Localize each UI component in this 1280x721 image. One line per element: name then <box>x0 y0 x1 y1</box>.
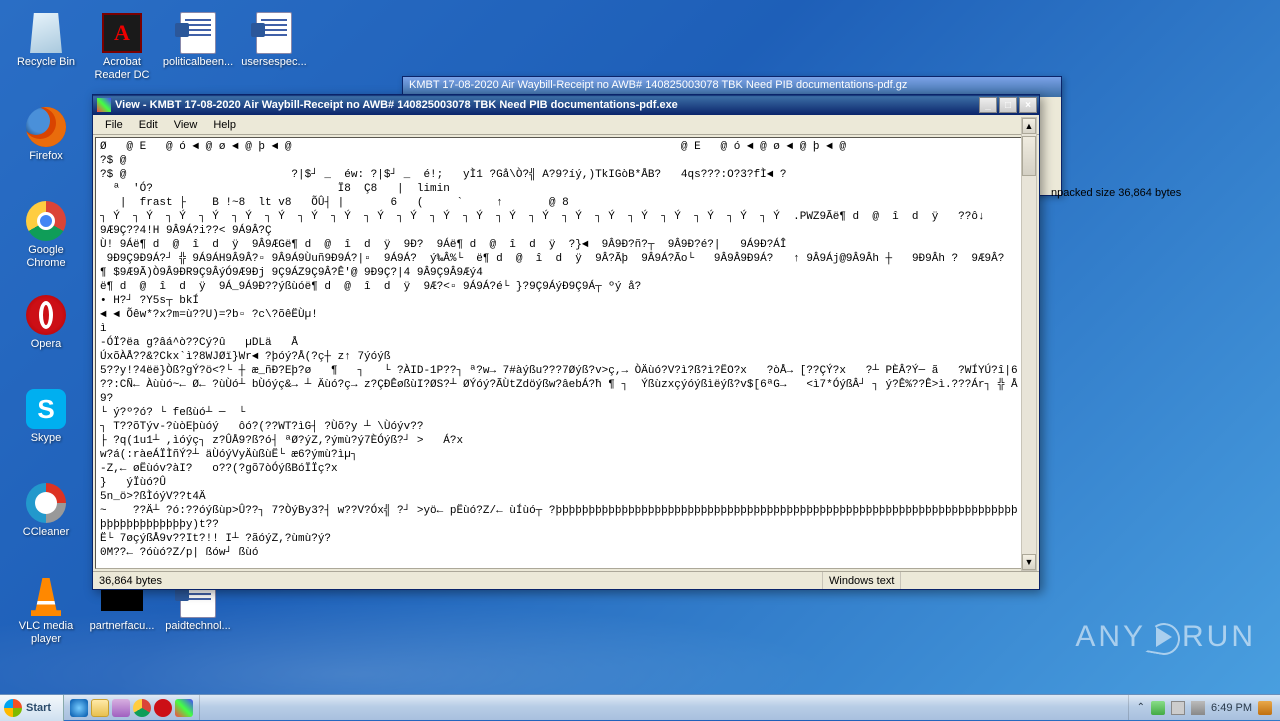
desktop-icon-opera[interactable]: Opera <box>8 290 84 380</box>
desktop-icon-recycle[interactable]: Recycle Bin <box>8 8 84 98</box>
vlc-icon <box>31 578 61 616</box>
desktop-icon-label: Recycle Bin <box>17 56 75 69</box>
desktop-icon-label: Opera <box>31 338 62 351</box>
word-icon <box>180 12 216 54</box>
anyrun-watermark: ANY RUN <box>1075 620 1256 654</box>
desktop-icon-label: Firefox <box>29 150 63 163</box>
close-button[interactable]: × <box>1019 97 1037 113</box>
viewer-app-icon <box>97 98 111 112</box>
media-icon[interactable] <box>112 699 130 717</box>
play-icon <box>1156 627 1172 647</box>
desktop-icon-label: paidtechnol... <box>165 620 230 633</box>
menu-view[interactable]: View <box>166 117 206 133</box>
notification-tray-icon[interactable] <box>1258 701 1272 715</box>
start-button[interactable]: Start <box>0 695 64 721</box>
taskbar: Start ⌃ 6:49 PM <box>0 694 1280 720</box>
maximize-button[interactable]: □ <box>999 97 1017 113</box>
watermark-text-1: ANY <box>1075 620 1146 654</box>
network-tray-icon[interactable] <box>1191 701 1205 715</box>
system-tray: ⌃ 6:49 PM <box>1128 695 1280 720</box>
adobe-icon: A <box>102 13 142 53</box>
vertical-scrollbar[interactable]: ▲ ▼ <box>1021 117 1037 571</box>
file-content-view[interactable]: Ø @ E @ ó ◄ @ ø ◄ @ þ ◄ @ @ E @ ó ◄ @ ø … <box>95 137 1037 569</box>
explorer-icon[interactable] <box>91 699 109 717</box>
desktop-icon-label: partnerfacu... <box>90 620 155 633</box>
word-icon <box>256 12 292 54</box>
menu-edit[interactable]: Edit <box>131 117 166 133</box>
recycle-icon <box>27 13 65 53</box>
desktop-icon-label: usersespec... <box>241 56 306 69</box>
desktop-icon-vlc[interactable]: VLC media player <box>8 572 84 662</box>
status-encoding: Windows text <box>823 572 901 589</box>
chrome-icon <box>26 201 66 241</box>
viewer-title: View - KMBT 17-08-2020 Air Waybill-Recei… <box>115 99 979 111</box>
desktop-icon-ccleaner[interactable]: CCleaner <box>8 478 84 568</box>
watermark-text-2: RUN <box>1182 620 1256 654</box>
desktop-icon-word[interactable]: usersespec... <box>236 8 312 98</box>
skype-icon: S <box>26 389 66 429</box>
scroll-thumb[interactable] <box>1022 136 1036 176</box>
desktop-icon-firefox[interactable]: Firefox <box>8 102 84 192</box>
quick-launch <box>64 695 200 720</box>
bg-window-title: KMBT 17-08-2020 Air Waybill-Receipt no A… <box>409 79 907 91</box>
desktop-icon-label: politicalbeen... <box>163 56 233 69</box>
volume-tray-icon[interactable] <box>1171 701 1185 715</box>
desktop-icon-label: Skype <box>31 432 62 445</box>
desktop-icon-skype[interactable]: S Skype <box>8 384 84 474</box>
desktop-icon-word[interactable]: politicalbeen... <box>160 8 236 98</box>
viewer-titlebar[interactable]: View - KMBT 17-08-2020 Air Waybill-Recei… <box>93 95 1039 115</box>
clock[interactable]: 6:49 PM <box>1211 702 1252 714</box>
firefox-icon <box>26 107 66 147</box>
security-tray-icon[interactable] <box>1151 701 1165 715</box>
viewer-window: View - KMBT 17-08-2020 Air Waybill-Recei… <box>92 94 1040 590</box>
ccleaner-icon <box>26 483 66 523</box>
scroll-up-button[interactable]: ▲ <box>1022 118 1036 134</box>
menubar: FileEditViewHelp <box>93 115 1039 135</box>
viewer-taskbar-icon[interactable] <box>175 699 193 717</box>
desktop-icon-label: VLC media player <box>10 620 82 646</box>
desktop-icon-label: CCleaner <box>23 526 69 539</box>
status-size: 36,864 bytes <box>93 572 823 589</box>
desktop-icon-label: Google Chrome <box>10 244 82 270</box>
desktop-icon-label: Acrobat Reader DC <box>86 56 158 82</box>
ie-icon[interactable] <box>70 699 88 717</box>
window-controls: _ □ × <box>979 97 1037 113</box>
opera-icon <box>26 295 66 335</box>
desktop: Recycle Bin A Acrobat Reader DC politicalbe… <box>0 0 1280 694</box>
tray-expand-icon[interactable]: ⌃ <box>1137 702 1145 713</box>
scroll-down-button[interactable]: ▼ <box>1022 554 1036 570</box>
chrome-taskbar-icon[interactable] <box>133 699 151 717</box>
menu-file[interactable]: File <box>97 117 131 133</box>
desktop-icon-adobe[interactable]: A Acrobat Reader DC <box>84 8 160 98</box>
start-label: Start <box>26 702 51 714</box>
opera-taskbar-icon[interactable] <box>154 699 172 717</box>
statusbar: 36,864 bytes Windows text <box>93 571 1039 589</box>
minimize-button[interactable]: _ <box>979 97 997 113</box>
windows-logo-icon <box>4 699 22 717</box>
menu-help[interactable]: Help <box>205 117 244 133</box>
desktop-icon-chrome[interactable]: Google Chrome <box>8 196 84 286</box>
